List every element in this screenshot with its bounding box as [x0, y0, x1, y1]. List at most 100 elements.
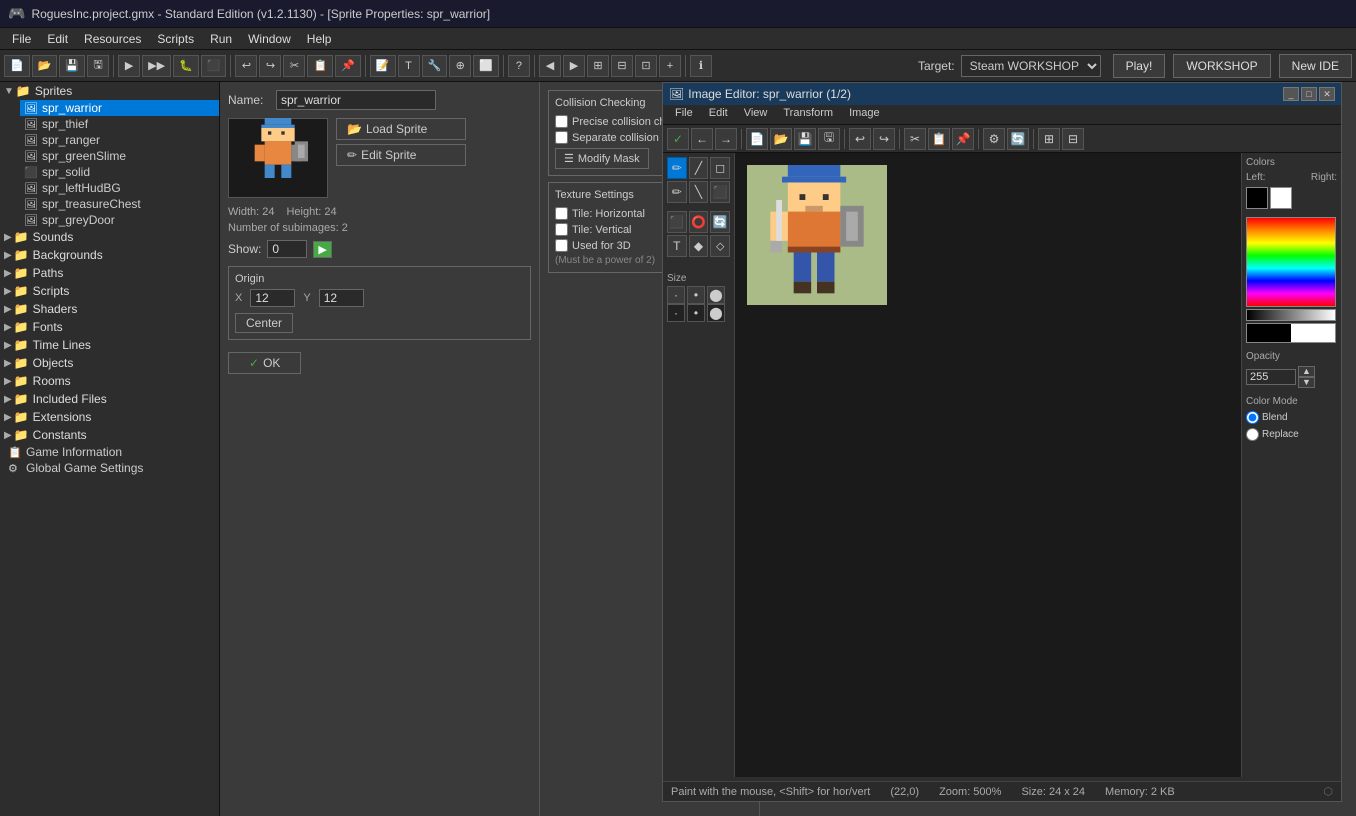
tb-open[interactable]: 📂 [32, 55, 58, 77]
ie-menu-view[interactable]: View [736, 105, 776, 124]
ok-button[interactable]: ✓ OK [228, 352, 301, 374]
tb-r8[interactable]: ⊡ [635, 55, 657, 77]
sprites-group-header[interactable]: ▼ 📁 Sprites [0, 82, 219, 100]
modify-mask-button[interactable]: ☰ Modify Mask [555, 148, 649, 169]
size-5-btn[interactable]: • [687, 304, 705, 322]
tb-r4[interactable]: ⊕ [449, 55, 471, 77]
center-button[interactable]: Center [235, 313, 293, 333]
tile-v-checkbox[interactable] [555, 223, 568, 236]
tb-arrow1[interactable]: ◀ [539, 55, 561, 77]
sprite-item-greydoor[interactable]: 🖼 spr_greyDoor [20, 212, 219, 228]
eraser-tool[interactable]: ◻ [710, 157, 730, 179]
ie-tb-open[interactable]: 📂 [770, 128, 792, 150]
sprite-item-ranger[interactable]: 🖼 spr_ranger [20, 132, 219, 148]
tb-r5[interactable]: ⬜ [473, 55, 499, 77]
tb-redo[interactable]: ↪ [259, 55, 281, 77]
tb-r3[interactable]: 🔧 [422, 55, 448, 77]
show-arrow-btn[interactable]: ▶ [313, 241, 331, 258]
ie-menu-file[interactable]: File [667, 105, 701, 124]
replace-radio[interactable] [1246, 428, 1259, 441]
tb-r6[interactable]: ⊞ [587, 55, 609, 77]
included-header[interactable]: ▶ 📁 Included Files [0, 390, 219, 408]
ie-tb-grid[interactable]: ⊞ [1038, 128, 1060, 150]
play-button[interactable]: Play! [1113, 54, 1166, 78]
name-input[interactable] [276, 90, 436, 110]
ie-tb-undo[interactable]: ← [691, 128, 713, 150]
x-input[interactable] [250, 289, 295, 307]
opacity-up-btn[interactable]: ▲ [1298, 366, 1315, 377]
opacity-down-btn[interactable]: ▼ [1298, 377, 1315, 388]
y-input[interactable] [319, 289, 364, 307]
menu-resources[interactable]: Resources [76, 30, 149, 48]
ie-tb-redo[interactable]: → [715, 128, 737, 150]
color-gradient[interactable] [1246, 217, 1336, 307]
left-color-swatch[interactable] [1246, 187, 1268, 209]
tb-r2[interactable]: T [398, 55, 420, 77]
menu-window[interactable]: Window [240, 30, 299, 48]
blend-radio[interactable] [1246, 411, 1259, 424]
menu-help[interactable]: Help [299, 30, 340, 48]
size-2-btn[interactable]: • [687, 286, 705, 304]
tb-help[interactable]: ? [508, 55, 530, 77]
game-information[interactable]: 📋 Game Information [0, 444, 219, 460]
extensions-header[interactable]: ▶ 📁 Extensions [0, 408, 219, 426]
global-game-settings[interactable]: ⚙ Global Game Settings [0, 460, 219, 476]
ie-tb-paste[interactable]: 📌 [952, 128, 974, 150]
right-color-swatch[interactable] [1270, 187, 1292, 209]
pencil2-tool[interactable]: ✏ [667, 181, 687, 203]
tb-step[interactable]: ▶▶ [142, 55, 171, 77]
ie-tb-r3[interactable]: ⚙ [983, 128, 1005, 150]
menu-scripts[interactable]: Scripts [149, 30, 202, 48]
diamond-tool[interactable]: ◆ [689, 235, 709, 257]
workshop-button[interactable]: WORKSHOP [1173, 54, 1270, 78]
ie-tb-r1[interactable]: ↩ [849, 128, 871, 150]
ie-menu-edit[interactable]: Edit [701, 105, 736, 124]
bw-swatches[interactable] [1246, 323, 1336, 343]
sprite-item-greenslime[interactable]: 🖼 spr_greenSlime [20, 148, 219, 164]
rotate-tool[interactable]: 🔄 [710, 211, 730, 233]
sounds-header[interactable]: ▶ 📁 Sounds [0, 228, 219, 246]
used3d-checkbox[interactable] [555, 239, 568, 252]
ie-tb-r2[interactable]: ↪ [873, 128, 895, 150]
sprite-item-warrior[interactable]: 🖼 spr_warrior [20, 100, 219, 116]
tb-r1[interactable]: 📝 [370, 55, 396, 77]
ie-tb-check[interactable]: ✓ [667, 128, 689, 150]
tb-paste[interactable]: 📌 [335, 55, 361, 77]
slash-tool[interactable]: ╲ [689, 181, 709, 203]
tb-copy[interactable]: 📋 [307, 55, 333, 77]
menu-edit[interactable]: Edit [39, 30, 76, 48]
menu-run[interactable]: Run [202, 30, 240, 48]
tile-h-checkbox[interactable] [555, 207, 568, 220]
size-6-btn[interactable]: ⬤ [707, 304, 725, 322]
tb-r9[interactable]: + [659, 55, 681, 77]
opacity-input[interactable] [1246, 369, 1296, 385]
shaders-header[interactable]: ▶ 📁 Shaders [0, 300, 219, 318]
ie-resize-handle[interactable]: ⬡ [1323, 785, 1333, 798]
target-select[interactable]: Steam WORKSHOP [961, 55, 1101, 77]
sprite-item-lefthud[interactable]: 🖼 spr_leftHudBG [20, 180, 219, 196]
edit-sprite-button[interactable]: ✏ Edit Sprite [336, 144, 466, 166]
separate-checkbox[interactable] [555, 131, 568, 144]
ie-menu-transform[interactable]: Transform [775, 105, 841, 124]
ie-tb-r4[interactable]: 🔄 [1007, 128, 1029, 150]
new-ide-button[interactable]: New IDE [1279, 54, 1352, 78]
ie-tb-save2[interactable]: 🖫 [818, 128, 840, 150]
ie-minimize-btn[interactable]: _ [1283, 87, 1299, 101]
ie-tb-save[interactable]: 💾 [794, 128, 816, 150]
ie-canvas-area[interactable] [735, 153, 1241, 777]
tb-r7[interactable]: ⊟ [611, 55, 633, 77]
load-sprite-button[interactable]: 📂 Load Sprite [336, 118, 466, 140]
rooms-header[interactable]: ▶ 📁 Rooms [0, 372, 219, 390]
sprite-item-treasure[interactable]: 🖼 spr_treasureChest [20, 196, 219, 212]
tb-new[interactable]: 📄 [4, 55, 30, 77]
fill-tool[interactable]: ⬛ [667, 211, 687, 233]
tb-info[interactable]: ℹ [690, 55, 712, 77]
text-tool[interactable]: T [667, 235, 687, 257]
size-4-btn[interactable]: · [667, 304, 685, 322]
tb-save2[interactable]: 🖫 [87, 55, 109, 77]
pencil-tool[interactable]: ✏ [667, 157, 687, 179]
ie-tb-grid2[interactable]: ⊟ [1062, 128, 1084, 150]
ie-tb-new[interactable]: 📄 [746, 128, 768, 150]
backgrounds-header[interactable]: ▶ 📁 Backgrounds [0, 246, 219, 264]
timelines-header[interactable]: ▶ 📁 Time Lines [0, 336, 219, 354]
